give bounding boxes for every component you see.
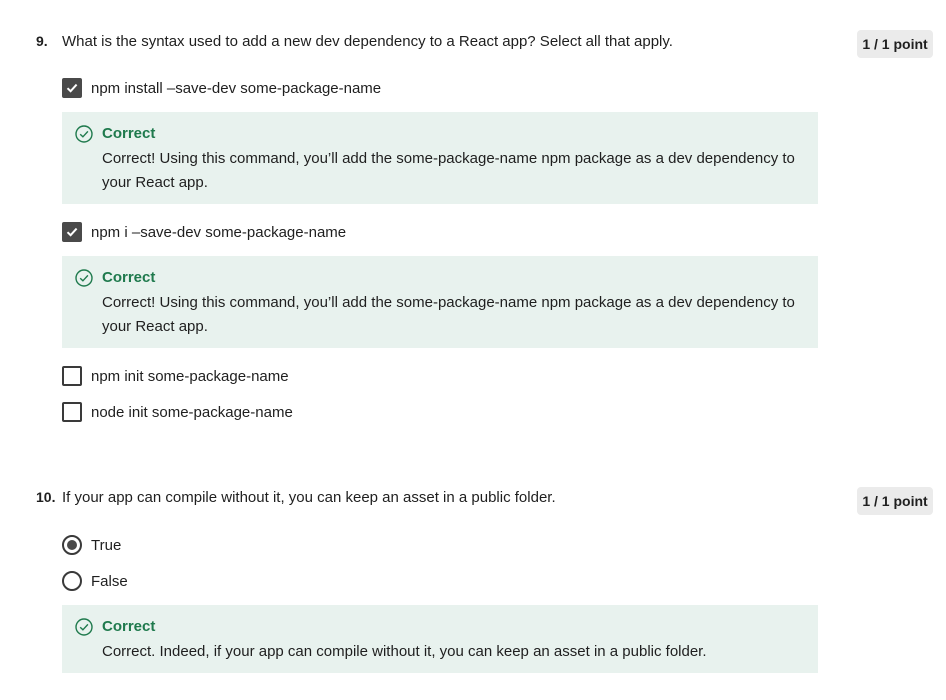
question-number: 9. bbox=[36, 33, 48, 49]
option-label: False bbox=[91, 572, 128, 590]
option-label: npm init some-package-name bbox=[91, 367, 289, 385]
option-radio-true[interactable]: True bbox=[62, 535, 121, 555]
option-label: npm i –save-dev some-package-name bbox=[91, 223, 347, 241]
question-text: If your app can compile without it, you … bbox=[62, 489, 556, 506]
checkbox-unchecked[interactable] bbox=[62, 402, 82, 422]
option-checkbox[interactable]: npm i –save-dev some-package-name bbox=[62, 222, 346, 242]
correct-circle-check-icon bbox=[75, 269, 93, 287]
check-icon bbox=[66, 83, 78, 93]
feedback-correct: Correct Correct! Using this command, you… bbox=[62, 256, 818, 348]
correct-circle-check-icon bbox=[75, 618, 93, 636]
points-badge: 1 / 1 point bbox=[857, 487, 933, 515]
feedback-text: Correct. Indeed, if your app can compile… bbox=[102, 643, 707, 660]
option-checkbox[interactable]: npm init some-package-name bbox=[62, 366, 289, 386]
checkbox-unchecked[interactable] bbox=[62, 366, 82, 386]
radio-selected[interactable] bbox=[62, 535, 82, 555]
feedback-text: Correct! Using this command, you’ll add … bbox=[102, 150, 795, 191]
question-text: What is the syntax used to add a new dev… bbox=[62, 33, 673, 50]
question-number: 10. bbox=[36, 489, 56, 505]
option-checkbox[interactable]: node init some-package-name bbox=[62, 402, 293, 422]
feedback-title: Correct bbox=[102, 618, 156, 635]
option-label: node init some-package-name bbox=[91, 403, 293, 421]
checkbox-checked[interactable] bbox=[62, 222, 82, 242]
option-checkbox[interactable]: npm install –save-dev some-package-name bbox=[62, 78, 381, 98]
points-badge: 1 / 1 point bbox=[857, 30, 933, 58]
option-radio-false[interactable]: False bbox=[62, 571, 128, 591]
feedback-title: Correct bbox=[102, 269, 156, 286]
feedback-correct: Correct Correct! Using this command, you… bbox=[62, 112, 818, 204]
option-label: npm install –save-dev some-package-name bbox=[91, 79, 382, 97]
option-label: True bbox=[91, 536, 122, 554]
radio-unselected[interactable] bbox=[62, 571, 82, 591]
quiz-results-page: 9. What is the syntax used to add a new … bbox=[0, 0, 946, 700]
checkbox-checked[interactable] bbox=[62, 78, 82, 98]
feedback-correct: Correct Correct. Indeed, if your app can… bbox=[62, 605, 818, 673]
correct-circle-check-icon bbox=[75, 125, 93, 143]
feedback-title: Correct bbox=[102, 125, 156, 142]
feedback-text: Correct! Using this command, you’ll add … bbox=[102, 294, 795, 335]
check-icon bbox=[66, 227, 78, 237]
